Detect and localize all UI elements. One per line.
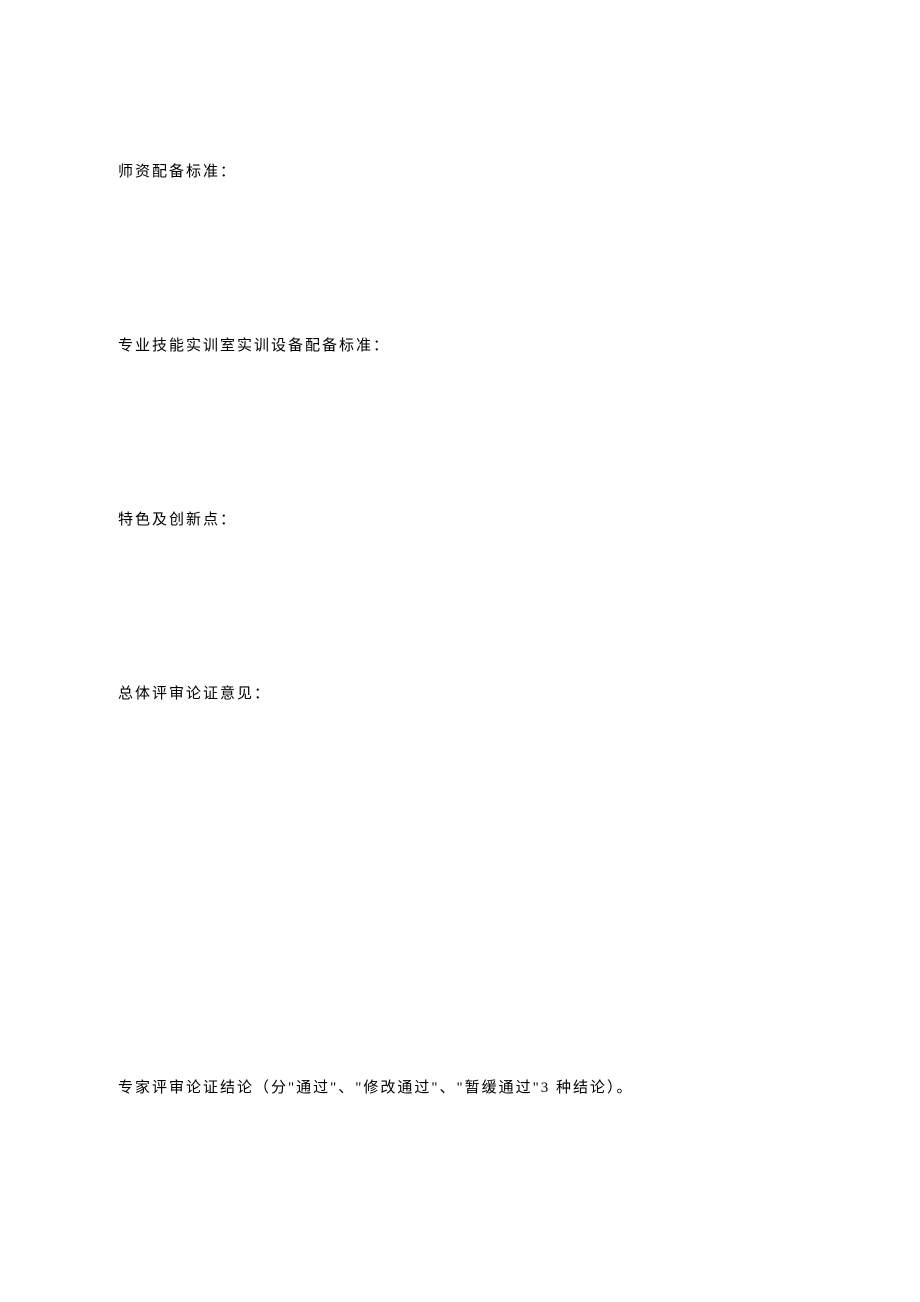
section-label-expert-review-conclusion: 专家评审论证结论（分"通过"、"修改通过"、"暂缓通过"3 种结论）。: [118, 1076, 802, 1100]
section-label-features-innovation: 特色及创新点：: [118, 508, 802, 532]
section-label-faculty-standard: 师资配备标准：: [118, 160, 802, 184]
section-label-training-equipment-standard: 专业技能实训室实训设备配备标准：: [118, 334, 802, 358]
document-page: 师资配备标准： 专业技能实训室实训设备配备标准： 特色及创新点： 总体评审论证意…: [0, 0, 920, 1302]
section-label-overall-review-opinion: 总体评审论证意见：: [118, 682, 802, 706]
